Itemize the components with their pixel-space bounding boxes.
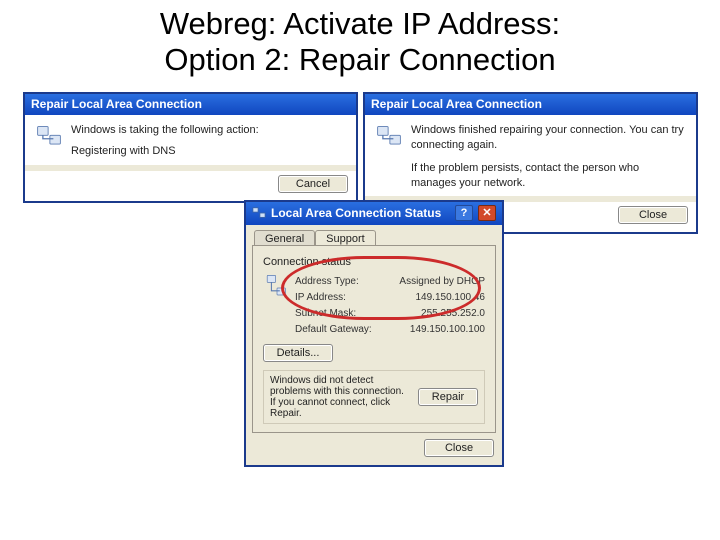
help-button[interactable]: ? (455, 205, 473, 221)
slide-title: Webreg: Activate IP Address: Option 2: R… (0, 0, 720, 87)
connection-icon (252, 206, 266, 220)
slide-title-line1: Webreg: Activate IP Address: (160, 6, 560, 41)
titlebar[interactable]: Repair Local Area Connection (365, 94, 696, 115)
slide-title-line2: Option 2: Repair Connection (164, 42, 555, 77)
subnet-mask-label: Subnet Mask: (295, 306, 356, 322)
dialog-title: Repair Local Area Connection (371, 97, 542, 111)
repair-help-box: Windows did not detect problems with thi… (263, 370, 485, 424)
ip-address-value: 149.150.100.46 (415, 290, 485, 306)
dialog-title: Local Area Connection Status (271, 206, 441, 220)
close-button[interactable]: Close (618, 206, 688, 224)
network-icon (375, 123, 403, 151)
connection-status-dialog: Local Area Connection Status ? ✕ General… (244, 200, 504, 467)
cancel-button[interactable]: Cancel (278, 175, 348, 193)
repair-button[interactable]: Repair (418, 388, 478, 406)
address-type-label: Address Type: (295, 274, 359, 290)
close-icon[interactable]: ✕ (478, 205, 496, 221)
repair-help-text: Windows did not detect problems with thi… (270, 375, 410, 419)
tabs: General Support (252, 229, 496, 246)
repair-done-message-2: If the problem persists, contact the per… (411, 161, 686, 191)
close-button[interactable]: Close (424, 439, 494, 457)
subnet-mask-value: 255.255.252.0 (421, 306, 485, 322)
default-gateway-value: 149.150.100.100 (410, 322, 485, 338)
titlebar[interactable]: Repair Local Area Connection (25, 94, 356, 115)
row-ip-address: IP Address: 149.150.100.46 (295, 290, 485, 306)
ip-address-label: IP Address: (295, 290, 346, 306)
default-gateway-label: Default Gateway: (295, 322, 372, 338)
row-subnet-mask: Subnet Mask: 255.255.252.0 (295, 306, 485, 322)
tab-support-pane: Connection status Address Type: Assigned… (252, 245, 496, 433)
row-address-type: Address Type: Assigned by DHCP (295, 274, 485, 290)
repair-action-label: Windows is taking the following action: (71, 123, 346, 138)
dialog-title: Repair Local Area Connection (31, 97, 202, 111)
group-title: Connection status (263, 256, 485, 268)
details-button[interactable]: Details... (263, 344, 333, 362)
repair-progress-dialog: Repair Local Area Connection Windows is … (23, 92, 358, 203)
network-icon (263, 274, 287, 306)
address-type-value: Assigned by DHCP (399, 274, 485, 290)
row-default-gateway: Default Gateway: 149.150.100.100 (295, 322, 485, 338)
network-icon (35, 123, 63, 151)
titlebar[interactable]: Local Area Connection Status ? ✕ (246, 202, 502, 225)
repair-step-label: Registering with DNS (71, 144, 346, 159)
repair-done-message-1: Windows finished repairing your connecti… (411, 123, 686, 153)
